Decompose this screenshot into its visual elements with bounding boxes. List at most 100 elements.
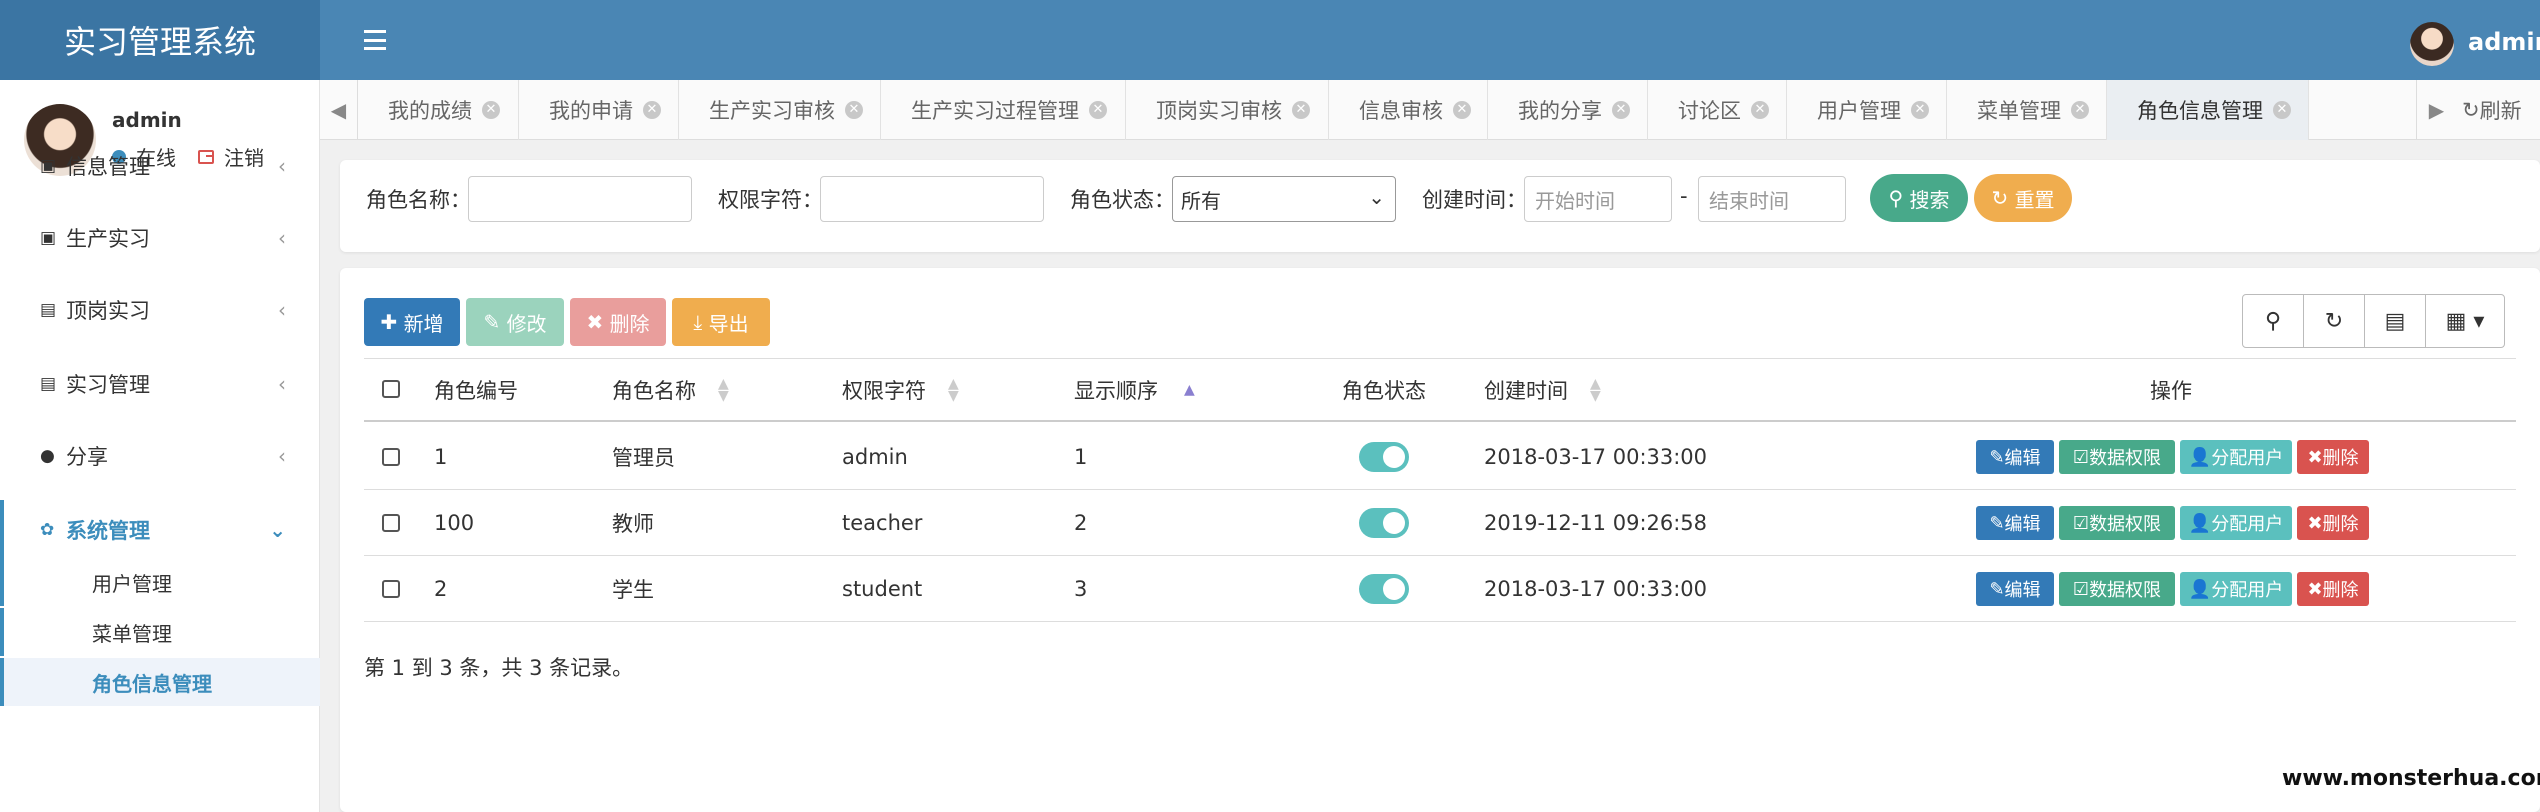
sidebar-subitem-menus[interactable]: 菜单管理 — [0, 608, 320, 656]
row-data-permission-button[interactable]: ☑ 数据权限 — [2059, 506, 2175, 540]
row-edit-button[interactable]: ✎ 编辑 — [1976, 440, 2054, 474]
sidebar-subitem-roles[interactable]: 角色信息管理 — [0, 658, 320, 706]
cell-role-id: 100 — [434, 511, 475, 535]
header-label: 角色状态 — [1342, 379, 1426, 403]
cell-order: 1 — [1074, 445, 1088, 469]
col-order[interactable]: 显示顺序 ▲ — [1074, 358, 1195, 422]
sidebar-item-info[interactable]: ▣ 信息管理 ‹ — [0, 136, 320, 196]
row-assign-user-button[interactable]: 👤 分配用户 — [2180, 440, 2292, 474]
comment-icon: ● — [40, 446, 55, 466]
tab-label: 生产实习过程管理 — [911, 99, 1079, 123]
row-checkbox[interactable] — [382, 448, 400, 466]
close-icon[interactable]: ✕ — [1292, 101, 1310, 119]
start-time-input[interactable]: 开始时间 — [1524, 176, 1672, 222]
tab-label: 我的成绩 — [388, 99, 472, 123]
role-status-select[interactable]: 所有 ⌄ — [1172, 176, 1396, 222]
status-toggle[interactable] — [1359, 442, 1409, 472]
top-username[interactable]: admin — [2468, 28, 2540, 56]
cell-created: 2018-03-17 00:33:00 — [1484, 445, 1708, 469]
action-label: 分配用户 — [2211, 580, 2284, 601]
tab-my-share[interactable]: 我的分享 ✕ — [1488, 80, 1648, 140]
end-time-input[interactable]: 结束时间 — [1698, 176, 1846, 222]
tab-label: 角色信息管理 — [2137, 99, 2263, 123]
tab-applications[interactable]: 我的申请 ✕ — [519, 80, 679, 140]
status-toggle[interactable] — [1359, 508, 1409, 538]
role-status-label: 角色状态： — [1070, 188, 1175, 212]
role-key-input[interactable] — [820, 176, 1044, 222]
tab-production-review[interactable]: 生产实习审核 ✕ — [679, 80, 881, 140]
close-icon[interactable]: ✕ — [1751, 101, 1769, 119]
close-icon[interactable]: ✕ — [482, 101, 500, 119]
row-delete-button[interactable]: ✖ 删除 — [2297, 572, 2369, 606]
tab-label: 生产实习审核 — [709, 99, 835, 123]
row-edit-button[interactable]: ✎ 编辑 — [1976, 506, 2054, 540]
sidebar-item-system[interactable]: ✿ 系统管理 ⌄ — [0, 500, 320, 560]
close-icon[interactable]: ✕ — [1911, 101, 1929, 119]
gear-icon: ✿ — [40, 520, 55, 540]
sort-asc-icon: ▲ — [1184, 382, 1195, 398]
sidebar-toggle-icon[interactable] — [364, 26, 386, 54]
col-role-key[interactable]: 权限字符 ▲ ▼ — [842, 358, 959, 422]
header-label: 权限字符 — [842, 379, 926, 403]
sidebar-item-internship[interactable]: ▤ 顶岗实习 ‹ — [0, 280, 320, 340]
tab-prev-icon[interactable]: ◀ — [320, 80, 358, 140]
row-data-permission-button[interactable]: ☑ 数据权限 — [2059, 572, 2175, 606]
chevron-down-icon: ⌄ — [1368, 185, 1385, 209]
tab-role-manage[interactable]: 角色信息管理 ✕ — [2107, 80, 2309, 140]
tab-forum[interactable]: 讨论区 ✕ — [1648, 80, 1787, 140]
refresh-label: 刷新 — [2479, 99, 2522, 123]
add-button[interactable]: ✚ 新增 — [364, 298, 460, 346]
row-checkbox[interactable] — [382, 580, 400, 598]
close-icon[interactable]: ✕ — [643, 101, 661, 119]
delete-button[interactable]: ✖ 删除 — [570, 298, 666, 346]
refresh-icon: ↻ — [1991, 186, 2009, 210]
row-assign-user-button[interactable]: 👤 分配用户 — [2180, 572, 2292, 606]
tab-production-process[interactable]: 生产实习过程管理 ✕ — [881, 80, 1126, 140]
close-icon[interactable]: ✕ — [1453, 101, 1471, 119]
row-assign-user-button[interactable]: 👤 分配用户 — [2180, 506, 2292, 540]
close-icon[interactable]: ✕ — [845, 101, 863, 119]
tab-info-review[interactable]: 信息审核 ✕ — [1329, 80, 1488, 140]
tab-grades[interactable]: 我的成绩 ✕ — [358, 80, 519, 140]
sidebar-item-manage[interactable]: ▤ 实习管理 ‹ — [0, 354, 320, 414]
columns-menu-icon[interactable]: ▦ ▾ — [2425, 294, 2505, 348]
role-name-input[interactable] — [468, 176, 692, 222]
row-delete-button[interactable]: ✖ 删除 — [2297, 506, 2369, 540]
cell-created: 2018-03-17 00:33:00 — [1484, 577, 1708, 601]
row-data-permission-button[interactable]: ☑ 数据权限 — [2059, 440, 2175, 474]
tab-refresh-button[interactable]: ↻ 刷新 — [2462, 80, 2522, 140]
sidebar-subitem-users[interactable]: 用户管理 — [0, 558, 320, 606]
search-toggle-icon[interactable]: ⚲ — [2242, 294, 2304, 348]
tab-next-icon[interactable]: ▶ — [2416, 80, 2456, 140]
user-avatar[interactable] — [2410, 22, 2454, 66]
status-toggle[interactable] — [1359, 574, 1409, 604]
close-icon[interactable]: ✕ — [2071, 101, 2089, 119]
card-view-icon[interactable]: ▤ — [2364, 294, 2426, 348]
export-label: 导出 — [708, 311, 749, 336]
row-delete-button[interactable]: ✖ 删除 — [2297, 440, 2369, 474]
col-created[interactable]: 创建时间 ▲ ▼ — [1484, 358, 1601, 422]
tab-user-manage[interactable]: 用户管理 ✕ — [1787, 80, 1947, 140]
tab-internship-review[interactable]: 顶岗实习审核 ✕ — [1126, 80, 1329, 140]
select-all-checkbox[interactable] — [382, 380, 400, 398]
edit-button[interactable]: ✎ 修改 — [466, 298, 564, 346]
col-role-id[interactable]: 角色编号 — [434, 358, 518, 422]
tab-menu-manage[interactable]: 菜单管理 ✕ — [1947, 80, 2107, 140]
action-label: 删除 — [2322, 448, 2359, 469]
cell-role-name: 管理员 — [612, 446, 675, 470]
reset-button[interactable]: ↻ 重置 — [1974, 174, 2072, 222]
search-button[interactable]: ⚲ 搜索 — [1870, 174, 1968, 222]
header-label: 显示顺序 — [1074, 379, 1158, 403]
close-icon[interactable]: ✕ — [1089, 101, 1107, 119]
close-icon[interactable]: ✕ — [1612, 101, 1630, 119]
row-checkbox[interactable] — [382, 514, 400, 532]
close-icon[interactable]: ✕ — [2273, 101, 2291, 119]
sidebar-item-label: 系统管理 — [66, 519, 150, 543]
row-edit-button[interactable]: ✎ 编辑 — [1976, 572, 2054, 606]
sidebar-item-share[interactable]: ● 分享 ‹ — [0, 426, 320, 486]
col-role-name[interactable]: 角色名称 ▲ ▼ — [612, 358, 729, 422]
export-button[interactable]: ⤓ 导出 — [672, 298, 770, 346]
sidebar-item-production[interactable]: ▣ 生产实习 ‹ — [0, 208, 320, 268]
chevron-left-icon: ‹ — [278, 154, 286, 178]
refresh-table-icon[interactable]: ↻ — [2303, 294, 2365, 348]
